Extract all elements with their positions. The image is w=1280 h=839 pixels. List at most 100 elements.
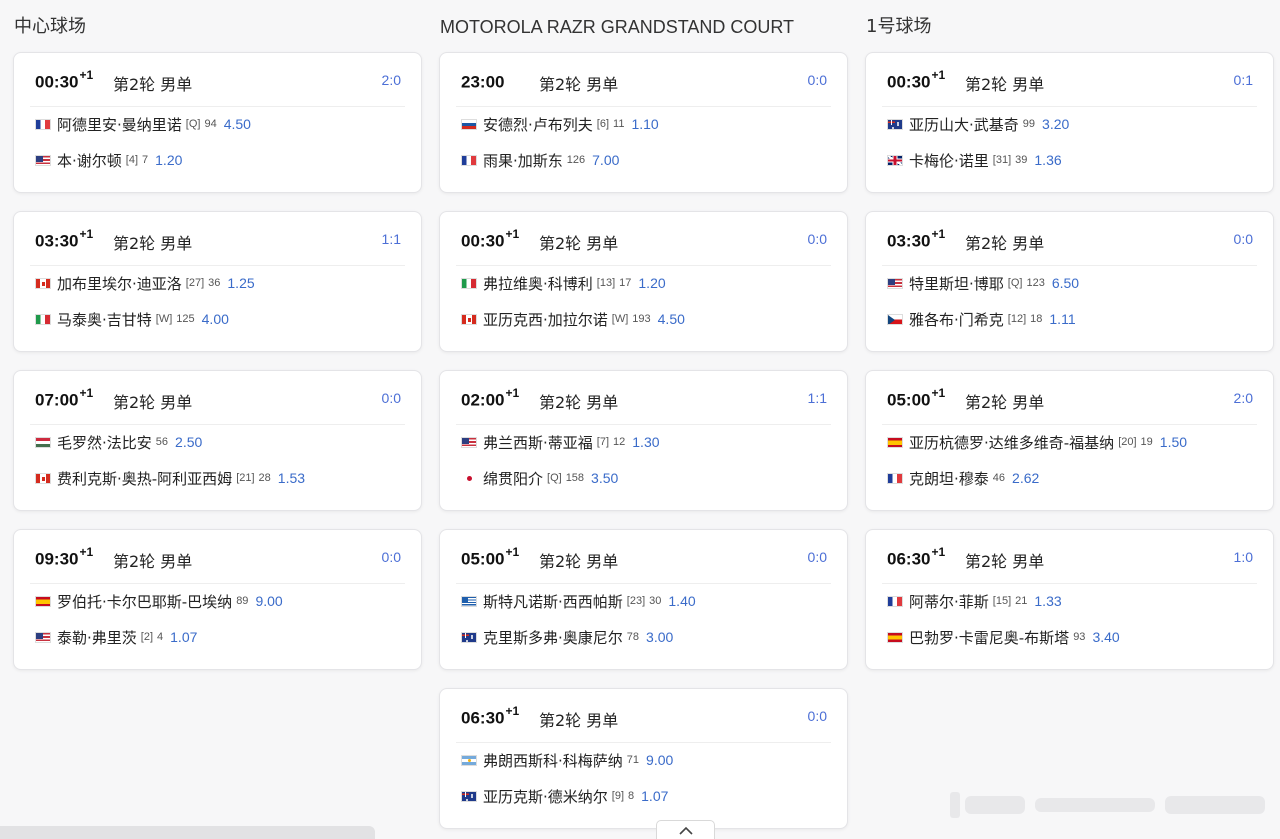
- match-time-value: 05:00: [461, 549, 505, 569]
- divider: [456, 265, 831, 266]
- match-card[interactable]: 09:30+1 第2轮 男单 0:0 罗伯托·卡尔巴耶斯-巴埃纳 89 9.00 泰勒·弗里…: [13, 529, 422, 670]
- player-row[interactable]: 亚历克斯·德米纳尔 [9] 8 1.07: [461, 786, 668, 806]
- match-header: 00:30+1 第2轮 男单 0:1: [866, 53, 1273, 107]
- player-odds[interactable]: 2.62: [1012, 470, 1039, 486]
- player-row[interactable]: 马泰奥·吉甘特 [W] 125 4.00: [35, 309, 229, 329]
- flag-au-icon: [887, 118, 903, 130]
- match-time-value: 06:30: [461, 708, 505, 728]
- player-row[interactable]: 泰勒·弗里茨 [2] 4 1.07: [35, 627, 197, 647]
- divider: [456, 106, 831, 107]
- player-row[interactable]: 亚历杭德罗·达维多维奇-福基纳 [20] 19 1.50: [887, 432, 1187, 452]
- flag-us-icon: [35, 631, 51, 643]
- player-row[interactable]: 弗兰西斯·蒂亚福 [7] 12 1.30: [461, 432, 660, 452]
- player-odds[interactable]: 3.40: [1092, 629, 1119, 645]
- match-card[interactable]: 00:30+1 第2轮 男单 0:0 弗拉维奥·科博利 [13] 17 1.20 亚历克西·加…: [439, 211, 848, 352]
- player-odds[interactable]: 1.10: [631, 116, 658, 132]
- player-row[interactable]: 亚历克西·加拉尔诺 [W] 193 4.50: [461, 309, 685, 329]
- player-row[interactable]: 卡梅伦·诺里 [31] 39 1.36: [887, 150, 1062, 170]
- player-row[interactable]: 雨果·加斯东 126 7.00: [461, 150, 619, 170]
- player-rank: 17: [619, 277, 632, 289]
- player-row[interactable]: 阿蒂尔·菲斯 [15] 21 1.33: [887, 591, 1062, 611]
- player-row[interactable]: 斯特凡诺斯·西西帕斯 [23] 30 1.40: [461, 591, 696, 611]
- match-score: 0:0: [807, 231, 827, 247]
- player-odds[interactable]: 3.50: [591, 470, 618, 486]
- player-row[interactable]: 亚历山大·武基奇 99 3.20: [887, 114, 1069, 134]
- match-round: 第2轮 男单: [539, 552, 619, 571]
- match-round: 第2轮 男单: [965, 393, 1045, 412]
- player-row[interactable]: 本·谢尔顿 [4] 7 1.20: [35, 150, 182, 170]
- match-card[interactable]: 06:30+1 第2轮 男单 1:0 阿蒂尔·菲斯 [15] 21 1.33 巴勃罗·卡雷尼奥…: [865, 529, 1274, 670]
- match-time: 00:30+1: [887, 68, 945, 93]
- player-row[interactable]: 克里斯多弗·奥康尼尔 78 3.00: [461, 627, 673, 647]
- flag-fr-icon: [461, 154, 477, 166]
- player-odds[interactable]: 1.11: [1049, 311, 1075, 327]
- divider: [456, 742, 831, 743]
- match-card[interactable]: 03:30+1 第2轮 男单 0:0 特里斯坦·博耶 [Q] 123 6.50 雅各布·门希克…: [865, 211, 1274, 352]
- day-offset: +1: [79, 68, 94, 82]
- match-card[interactable]: 00:30+1 第2轮 男单 2:0 阿德里安·曼纳里诺 [Q] 94 4.50 本·谢尔顿[…: [13, 52, 422, 193]
- player-name: 弗兰西斯·蒂亚福: [483, 433, 593, 452]
- flag-es-icon: [35, 595, 51, 607]
- player-odds[interactable]: 1.25: [227, 275, 254, 291]
- player-row[interactable]: 费利克斯·奥热-阿利亚西姆 [21] 28 1.53: [35, 468, 305, 488]
- player-row[interactable]: 雅各布·门希克 [12] 18 1.11: [887, 309, 1076, 329]
- player-row[interactable]: 阿德里安·曼纳里诺 [Q] 94 4.50: [35, 114, 251, 134]
- match-time-value: 02:00: [461, 390, 505, 410]
- player-odds[interactable]: 9.00: [255, 593, 282, 609]
- match-card[interactable]: 00:30+1 第2轮 男单 0:1 亚历山大·武基奇 99 3.20 卡梅伦·诺里 [31]…: [865, 52, 1274, 193]
- match-card[interactable]: 05:00+1 第2轮 男单 0:0 斯特凡诺斯·西西帕斯 [23] 30 1.40 克里斯多…: [439, 529, 848, 670]
- player-odds[interactable]: 1.33: [1034, 593, 1061, 609]
- player-odds[interactable]: 1.20: [638, 275, 665, 291]
- player-row[interactable]: 绵贯阳介 [Q] 158 3.50: [461, 468, 618, 488]
- player-row[interactable]: 罗伯托·卡尔巴耶斯-巴埃纳 89 9.00: [35, 591, 283, 611]
- day-offset: +1: [79, 386, 94, 400]
- flag-ca-icon: [35, 277, 51, 289]
- player-name: 阿蒂尔·菲斯: [909, 592, 989, 611]
- player-odds[interactable]: 9.00: [646, 752, 673, 768]
- match-card[interactable]: 23:00 第2轮 男单 0:0 安德烈·卢布列夫 [6] 11 1.10 雨果·加斯东 126…: [439, 52, 848, 193]
- player-odds[interactable]: 1.07: [641, 788, 668, 804]
- match-round: 第2轮 男单: [539, 711, 619, 730]
- player-odds[interactable]: 1.40: [668, 593, 695, 609]
- player-row[interactable]: 特里斯坦·博耶 [Q] 123 6.50: [887, 273, 1079, 293]
- chevron-up-icon: [678, 826, 693, 835]
- match-header: 06:30+1 第2轮 男单 0:0: [440, 689, 847, 743]
- player-odds[interactable]: 2.50: [175, 434, 202, 450]
- divider: [882, 106, 1257, 107]
- horizontal-scrollbar[interactable]: [0, 826, 375, 839]
- player-row[interactable]: 毛罗然·法比安 56 2.50: [35, 432, 202, 452]
- match-card[interactable]: 07:00+1 第2轮 男单 0:0 毛罗然·法比安 56 2.50 费利克斯·奥热-阿利亚…: [13, 370, 422, 511]
- player-odds[interactable]: 4.50: [658, 311, 685, 327]
- scroll-to-top-button[interactable]: [656, 820, 715, 839]
- match-time: 05:00+1: [461, 545, 519, 570]
- player-odds[interactable]: 1.50: [1160, 434, 1187, 450]
- player-row[interactable]: 弗朗西斯科·科梅萨纳 71 9.00: [461, 750, 673, 770]
- player-rank: 78: [626, 631, 640, 643]
- player-odds[interactable]: 1.20: [155, 152, 182, 168]
- player-name: 卡梅伦·诺里: [909, 151, 989, 170]
- player-row[interactable]: 克朗坦·穆泰 46 2.62: [887, 468, 1039, 488]
- player-row[interactable]: 弗拉维奥·科博利 [13] 17 1.20: [461, 273, 666, 293]
- player-odds[interactable]: 6.50: [1052, 275, 1079, 291]
- match-card[interactable]: 02:00+1 第2轮 男单 1:1 弗兰西斯·蒂亚福 [7] 12 1.30 绵贯阳介 [Q]…: [439, 370, 848, 511]
- player-odds[interactable]: 4.50: [224, 116, 251, 132]
- player-odds[interactable]: 3.20: [1042, 116, 1069, 132]
- match-card[interactable]: 03:30+1 第2轮 男单 1:1 加布里埃尔·迪亚洛 [27] 36 1.25 马泰奥·吉…: [13, 211, 422, 352]
- player-odds[interactable]: 3.00: [646, 629, 673, 645]
- match-round: 第2轮 男单: [539, 393, 619, 412]
- player-odds[interactable]: 1.30: [632, 434, 659, 450]
- player-row[interactable]: 巴勃罗·卡雷尼奥-布斯塔 93 3.40: [887, 627, 1120, 647]
- flag-au-icon: [461, 631, 477, 643]
- player-odds[interactable]: 1.07: [170, 629, 197, 645]
- player-odds[interactable]: 1.36: [1034, 152, 1061, 168]
- match-card[interactable]: 06:30+1 第2轮 男单 0:0 弗朗西斯科·科梅萨纳 71 9.00 亚历克斯·德米纳…: [439, 688, 848, 829]
- player-row[interactable]: 安德烈·卢布列夫 [6] 11 1.10: [461, 114, 659, 134]
- player-odds[interactable]: 7.00: [592, 152, 619, 168]
- flag-ru-icon: [461, 118, 477, 130]
- match-header: 07:00+1 第2轮 男单 0:0: [14, 371, 421, 425]
- player-row[interactable]: 加布里埃尔·迪亚洛 [27] 36 1.25: [35, 273, 255, 293]
- match-card[interactable]: 05:00+1 第2轮 男单 2:0 亚历杭德罗·达维多维奇-福基纳 [20] 19 1.5…: [865, 370, 1274, 511]
- match-header: 05:00+1 第2轮 男单 2:0: [866, 371, 1273, 425]
- player-odds[interactable]: 1.53: [278, 470, 305, 486]
- player-odds[interactable]: 4.00: [202, 311, 229, 327]
